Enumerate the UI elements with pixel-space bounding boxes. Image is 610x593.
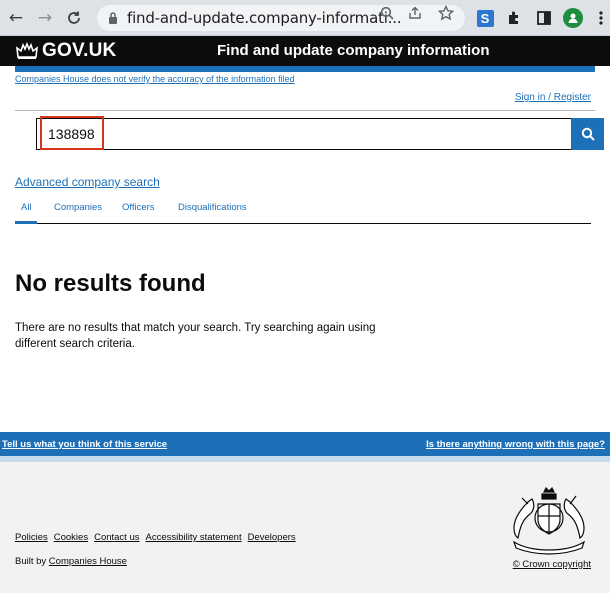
tab-disqualifications[interactable]: Disqualifications [178, 202, 247, 213]
footer-link-accessibility[interactable]: Accessibility statement [146, 532, 242, 543]
star-icon[interactable] [437, 4, 455, 22]
built-by-label: Built by [15, 556, 49, 567]
no-results-message: There are no results that match your sea… [15, 322, 376, 350]
search-icon [581, 127, 595, 141]
footer-link-cookies[interactable]: Cookies [54, 532, 88, 543]
govuk-logo[interactable]: GOV.UK [16, 40, 116, 62]
built-by: Built by Companies House [15, 556, 127, 567]
header-blue-strip [15, 66, 595, 72]
puzzle-icon[interactable] [504, 8, 524, 28]
site-header: GOV.UK Find and update company informati… [0, 36, 610, 66]
page: ← → find-and-update.company-informati...… [0, 0, 610, 593]
search-icon[interactable] [378, 4, 396, 22]
share-icon[interactable] [406, 4, 424, 22]
url-text: find-and-update.company-informati... [127, 9, 402, 27]
tab-companies[interactable]: Companies [54, 202, 102, 213]
feedback-bar: Tell us what you think of this service I… [0, 432, 610, 456]
search-button[interactable] [571, 118, 604, 150]
advanced-search-link[interactable]: Advanced company search [15, 175, 160, 189]
results-tabs: All Companies Officers Disqualifications [15, 202, 591, 224]
menu-kebab-icon[interactable] [591, 8, 610, 28]
forward-icon[interactable]: → [34, 7, 56, 29]
crown-icon [16, 42, 38, 59]
sidebar-icon[interactable] [534, 8, 554, 28]
divider [15, 110, 595, 111]
lock-icon [109, 12, 117, 24]
active-tab-indicator [15, 221, 37, 224]
back-icon[interactable]: ← [5, 7, 27, 29]
service-name[interactable]: Find and update company information [217, 42, 490, 59]
highlight-box [40, 116, 104, 150]
no-results-heading: No results found [15, 270, 206, 297]
browser-toolbar: ← → find-and-update.company-informati...… [0, 0, 610, 36]
crown-copyright-link[interactable]: © Crown copyright [513, 559, 591, 570]
footer: Policies Cookies Contact us Accessibilit… [0, 462, 610, 593]
royal-coat-of-arms-icon [512, 486, 586, 555]
companies-house-link[interactable]: Companies House [49, 556, 127, 567]
tab-officers[interactable]: Officers [122, 202, 155, 213]
footer-link-developers[interactable]: Developers [248, 532, 296, 543]
search-input[interactable] [37, 119, 573, 149]
extension-s-icon[interactable]: S [475, 8, 495, 28]
footer-links: Policies Cookies Contact us Accessibilit… [15, 532, 296, 543]
reload-icon[interactable] [63, 7, 85, 29]
disclaimer-link[interactable]: Companies House does not verify the accu… [15, 74, 295, 84]
feedback-link[interactable]: Tell us what you think of this service [2, 439, 167, 450]
profile-avatar-icon[interactable] [563, 8, 583, 28]
search-form [36, 118, 604, 150]
logo-text: GOV.UK [42, 40, 117, 61]
footer-link-policies[interactable]: Policies [15, 532, 48, 543]
report-problem-link[interactable]: Is there anything wrong with this page? [426, 439, 605, 450]
footer-link-contact[interactable]: Contact us [94, 532, 139, 543]
tab-all[interactable]: All [21, 202, 32, 213]
sign-in-link[interactable]: Sign in / Register [515, 92, 591, 103]
